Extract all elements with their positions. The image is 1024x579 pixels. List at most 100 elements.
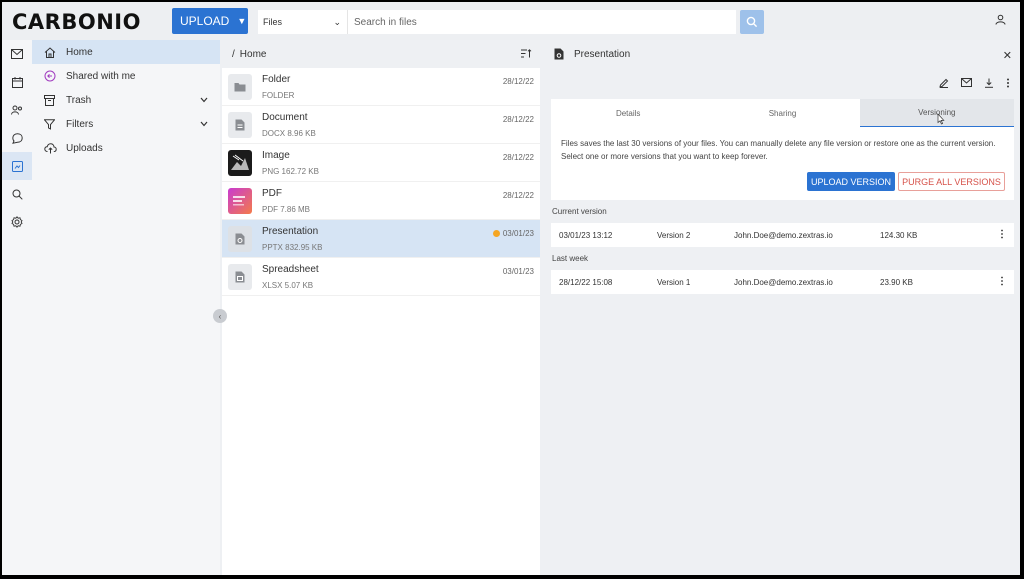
more-options-icon[interactable] [1000,276,1004,288]
files-module-icon[interactable] [2,152,32,180]
sidebar-item-label: Uploads [66,143,103,154]
mouse-pointer-icon [937,113,945,128]
version-number: Version 2 [657,231,690,240]
presentation-icon [228,226,252,252]
close-icon[interactable]: ✕ [1003,49,1012,62]
version-number: Version 1 [657,278,690,287]
file-date: 03/01/23 [503,267,534,276]
chevron-down-icon[interactable] [200,95,208,106]
breadcrumb-separator: / [232,49,235,60]
chevron-down-icon[interactable] [200,119,208,130]
calendar-module-icon[interactable] [2,68,32,96]
mail-module-icon[interactable] [2,40,32,68]
collapse-sidebar-button[interactable]: ‹ [213,309,227,323]
sidebar-item-shared[interactable]: Shared with me [32,64,220,88]
version-row[interactable]: 28/12/22 15:08 Version 1 John.Doe@demo.z… [551,270,1014,294]
file-name: PDF [262,188,310,199]
current-version-label: Current version [552,207,607,216]
versioning-description: Files saves the last 30 versions of your… [561,137,1004,163]
file-name: Spreadsheet [262,264,319,275]
purge-all-versions-button[interactable]: PURGE ALL VERSIONS [898,172,1005,191]
search-module-icon[interactable] [2,180,32,208]
chevron-down-icon: ▼ [237,16,246,26]
file-date-text: 28/12/22 [503,191,534,200]
app-window: CARBONIO UPLOAD ▼ Files ⌄ [2,2,1020,575]
image-thumbnail [228,150,252,176]
file-meta: XLSX 5.07 KB [262,281,319,290]
file-date: 28/12/22 [503,115,534,124]
file-date: 28/12/22 [503,153,534,162]
sidebar-item-label: Trash [66,95,91,106]
breadcrumb: / Home [222,40,540,68]
file-name: Document [262,112,316,123]
file-date-text: 28/12/22 [503,115,534,124]
file-date-text: 28/12/22 [503,153,534,162]
version-row[interactable]: 03/01/23 13:12 Version 2 John.Doe@demo.z… [551,223,1014,247]
file-meta: FOLDER [262,91,294,100]
chat-module-icon[interactable] [2,124,32,152]
sidebar-item-label: Filters [66,119,93,130]
files-sidebar: Home Shared with me Trash Filters [32,40,220,575]
user-account-icon[interactable] [995,14,1006,28]
file-list-panel: / Home Folder FOLDER 28/12/22 Document D… [222,40,540,575]
spreadsheet-icon [228,264,252,290]
more-options-icon[interactable] [1000,229,1004,241]
pdf-thumbnail [228,188,252,214]
file-date: 28/12/22 [503,191,534,200]
contacts-module-icon[interactable] [2,96,32,124]
file-meta: DOCX 8.96 KB [262,129,316,138]
settings-module-icon[interactable] [2,208,32,236]
list-item[interactable]: Spreadsheet XLSX 5.07 KB 03/01/23 [222,258,540,296]
home-icon [44,47,60,58]
search-bar: Files ⌄ [258,10,736,34]
list-item[interactable]: Image PNG 162.72 KB 28/12/22 [222,144,540,182]
file-date-text: 28/12/22 [503,77,534,86]
list-item[interactable]: Folder FOLDER 28/12/22 [222,68,540,106]
detail-title: Presentation [574,49,630,60]
search-button[interactable] [740,10,764,34]
file-date: 03/01/23 [493,229,534,238]
file-name: Presentation [262,226,322,237]
sidebar-item-uploads[interactable]: Uploads [32,136,220,160]
upload-button[interactable]: UPLOAD ▼ [172,8,248,34]
sort-icon[interactable] [521,49,532,61]
version-size: 23.90 KB [880,278,913,287]
file-date-text: 03/01/23 [503,229,534,238]
tab-sharing[interactable]: Sharing [705,99,859,127]
top-bar: CARBONIO UPLOAD ▼ Files ⌄ [2,2,1020,40]
breadcrumb-home[interactable]: Home [240,49,267,60]
upload-version-button[interactable]: UPLOAD VERSION [807,172,895,191]
tab-details[interactable]: Details [551,99,705,127]
app-logo: CARBONIO [12,10,141,34]
sidebar-item-filters[interactable]: Filters [32,112,220,136]
file-meta: PPTX 832.95 KB [262,243,322,252]
module-rail [2,40,32,575]
file-name: Folder [262,74,294,85]
list-item[interactable]: Document DOCX 8.96 KB 28/12/22 [222,106,540,144]
search-input[interactable] [348,10,736,34]
upload-cloud-icon [44,143,60,154]
sidebar-item-label: Home [66,47,93,58]
search-scope-select[interactable]: Files ⌄ [258,10,348,34]
more-options-icon[interactable] [1006,78,1010,88]
version-date: 28/12/22 15:08 [559,278,612,287]
last-week-label: Last week [552,254,588,263]
document-icon [228,112,252,138]
list-item[interactable]: PDF PDF 7.86 MB 28/12/22 [222,182,540,220]
folder-icon [228,74,252,100]
send-mail-icon[interactable] [961,78,972,87]
edit-icon[interactable] [939,78,949,88]
filter-icon [44,119,60,130]
details-panel: Presentation ✕ Details Sharing Versionin… [542,40,1020,575]
search-icon [746,16,758,28]
version-user: John.Doe@demo.zextras.io [734,278,833,287]
versioning-info-card: Files saves the last 30 versions of your… [551,127,1014,200]
download-icon[interactable] [984,78,994,88]
detail-actions [939,78,1010,88]
trash-icon [44,95,60,106]
list-item[interactable]: Presentation PPTX 832.95 KB 03/01/23 [222,220,540,258]
detail-header: Presentation [554,48,630,60]
sidebar-item-trash[interactable]: Trash [32,88,220,112]
shared-icon [44,70,60,82]
sidebar-item-home[interactable]: Home [32,40,220,64]
